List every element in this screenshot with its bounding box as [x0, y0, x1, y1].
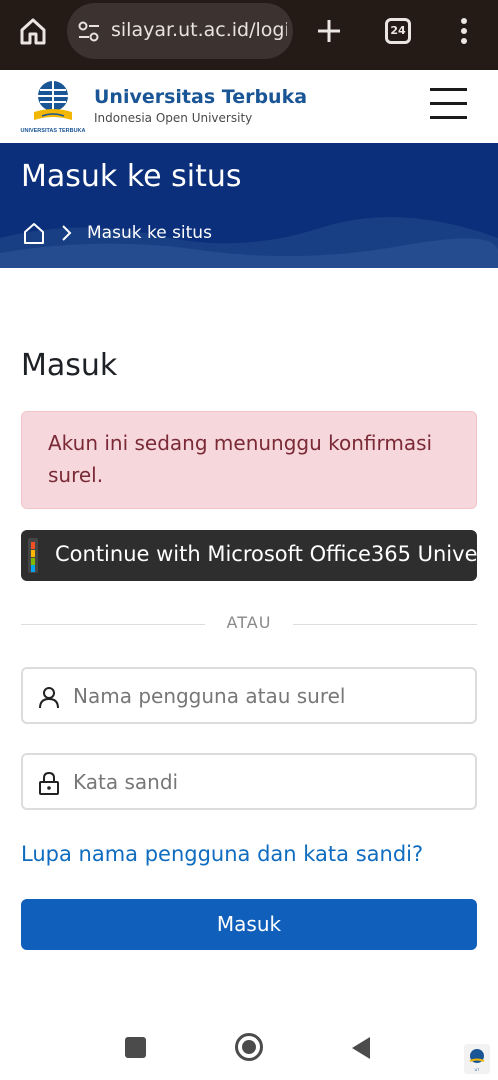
overflow-menu-icon[interactable] — [456, 16, 472, 46]
alert-message: Akun ini sedang menunggu konfirmasi sure… — [21, 411, 477, 509]
home-icon[interactable] — [18, 16, 48, 46]
breadcrumb-home-icon[interactable] — [22, 221, 46, 245]
brand-title[interactable]: Universitas Terbuka — [94, 86, 307, 108]
svg-text:UNIVERSITAS TERBUKA: UNIVERSITAS TERBUKA — [21, 128, 86, 134]
microsoft-login-label: Continue with Microsoft Office365 Univer… — [55, 542, 477, 566]
password-field[interactable] — [21, 753, 477, 810]
microsoft-login-button[interactable]: Continue with Microsoft Office365 Univer… — [21, 530, 477, 581]
tab-switcher-icon[interactable]: 24 — [385, 18, 411, 44]
back-nav-icon[interactable] — [350, 1036, 372, 1060]
site-header: UNIVERSITAS TERBUKA Universitas Terbuka … — [0, 70, 498, 144]
menu-toggle-icon[interactable] — [430, 88, 470, 124]
floating-logo-icon[interactable]: UT — [464, 1044, 490, 1074]
home-nav-icon[interactable] — [234, 1032, 264, 1062]
user-icon — [39, 687, 59, 709]
new-tab-icon[interactable] — [315, 17, 343, 45]
url-text: silayar.ut.ac.id/login — [111, 19, 287, 41]
login-submit-button[interactable]: Masuk — [21, 899, 477, 950]
banner-waves — [0, 217, 498, 268]
recent-apps-icon[interactable] — [125, 1037, 146, 1058]
brand-subtitle: Indonesia Open University — [94, 111, 253, 125]
university-logo[interactable]: UNIVERSITAS TERBUKA — [20, 78, 86, 134]
login-title: Masuk — [21, 348, 118, 383]
password-input[interactable] — [71, 764, 467, 800]
site-settings-icon[interactable] — [77, 20, 101, 44]
chevron-right-icon — [62, 225, 72, 241]
username-input[interactable] — [71, 678, 467, 714]
address-bar[interactable]: silayar.ut.ac.id/login — [67, 3, 293, 59]
divider-label: ATAU — [226, 613, 272, 632]
breadcrumb-current: Masuk ke situs — [87, 223, 212, 243]
microsoft-logo-icon — [28, 538, 38, 573]
page-heading: Masuk ke situs — [21, 159, 242, 194]
page-banner: Masuk ke situs Masuk ke situs — [0, 143, 498, 268]
lock-icon — [39, 771, 59, 795]
username-field[interactable] — [21, 667, 477, 724]
browser-toolbar: silayar.ut.ac.id/login 24 — [0, 0, 498, 70]
forgot-password-link[interactable]: Lupa nama pengguna dan kata sandi? — [21, 842, 423, 866]
